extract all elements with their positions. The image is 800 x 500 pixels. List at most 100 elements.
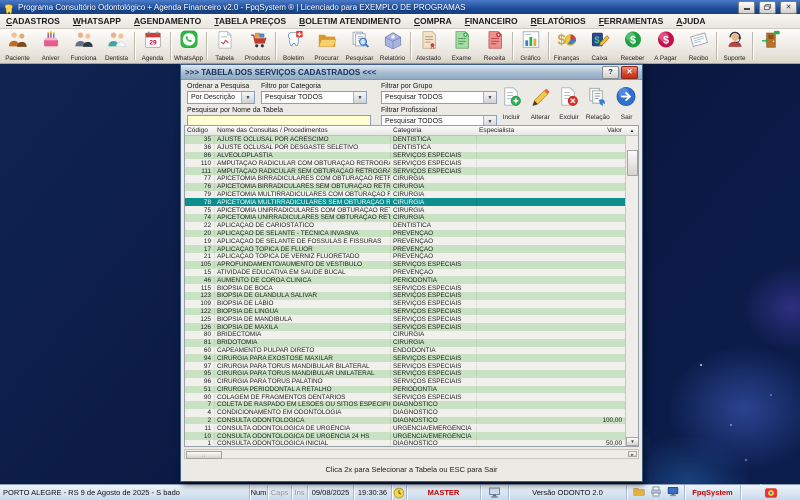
- minimize-button[interactable]: [738, 1, 755, 14]
- dialog-close-button[interactable]: ✕: [621, 66, 638, 79]
- vertical-scrollbar[interactable]: ▼: [625, 136, 638, 446]
- table-row[interactable]: 15ATIVIDADE EDUCATIVA EM SAÚDE BUCALPREV…: [185, 269, 625, 277]
- toolbar-button-paciente[interactable]: Paciente: [1, 29, 34, 63]
- table-row[interactable]: 36AJUSTE OCLUSAL POR DESGASTE SELETIVODE…: [185, 144, 625, 152]
- toolbar-button-whatsapp[interactable]: WhatsApp: [172, 29, 205, 63]
- column-header-valor[interactable]: Valor: [583, 127, 625, 134]
- table-row[interactable]: 111AMPUTAÇÃO RADICULAR SEM OBTURAÇÃO RET…: [185, 167, 625, 175]
- scroll-down-icon[interactable]: ▼: [626, 437, 638, 446]
- dialog-help-button[interactable]: ?: [602, 66, 619, 79]
- folder-icon[interactable]: [633, 486, 645, 499]
- table-row[interactable]: 10CONSULTA ODONTOLÓGICA DE URGÊNCIA 24 H…: [185, 432, 625, 440]
- sair-button[interactable]: Sair: [614, 85, 639, 121]
- toolbar-button-finan-as[interactable]: $Finanças: [550, 29, 583, 63]
- menu-relat-rios[interactable]: RELATÓRIOS: [531, 16, 586, 26]
- group-filter-select[interactable]: Pesquisar TODOS ▼: [381, 91, 497, 104]
- toolbar-button-receita[interactable]: Receita: [478, 29, 511, 63]
- scrollbar-thumb[interactable]: [627, 150, 638, 176]
- toolbar-button-caixa[interactable]: $Caixa: [583, 29, 616, 63]
- toolbar-button-dentista[interactable]: Dentista: [100, 29, 133, 63]
- toolbar-button-sair[interactable]: [754, 29, 787, 63]
- table-row[interactable]: 97CIRURGIA PARA TORUS MANDIBULAR BILATER…: [185, 362, 625, 370]
- table-row[interactable]: 77APICETOMIA BIRRADICULARES COM OBTURAÇÃ…: [185, 175, 625, 183]
- table-row[interactable]: 35AJUSTE OCLUSAL POR ACRÉSCIMODENTISTICA: [185, 136, 625, 144]
- horizontal-scrollbar-thumb[interactable]: ⁞⁞: [186, 451, 222, 459]
- alterar-button[interactable]: Alterar: [528, 85, 553, 121]
- table-row[interactable]: 80BRIDECTOMIACIRURGIA: [185, 331, 625, 339]
- scroll-right-icon[interactable]: ►: [628, 451, 637, 457]
- menu-ajuda[interactable]: AJUDA: [676, 16, 705, 26]
- toolbar-button-exame[interactable]: Exame: [445, 29, 478, 63]
- toolbar-button-receber[interactable]: $Receber: [616, 29, 649, 63]
- toolbar-button-a-pagar[interactable]: $A Pagar: [649, 29, 682, 63]
- monitor-icon[interactable]: [667, 486, 679, 499]
- column-header-categoria[interactable]: Categoria: [391, 127, 477, 134]
- menu-agendamento[interactable]: AGENDAMENTO: [134, 16, 201, 26]
- toolbar-button-recibo[interactable]: Recibo: [682, 29, 715, 63]
- restore-button[interactable]: [759, 1, 776, 14]
- chevron-down-icon[interactable]: ▼: [353, 92, 366, 103]
- table-row[interactable]: 75APICETOMIA UNIRRADICULARES COM OBTURAÇ…: [185, 206, 625, 214]
- table-row[interactable]: 123BIÓPSIA DE GLÂNDULA SALIVARSERVIÇOS E…: [185, 292, 625, 300]
- close-button[interactable]: ✕: [780, 1, 797, 14]
- toolbar-button-gr-fico[interactable]: Gráfico: [514, 29, 547, 63]
- toolbar-button-procurar[interactable]: Procurar: [310, 29, 343, 63]
- column-header-codigo[interactable]: Código: [185, 127, 215, 134]
- table-row[interactable]: 115BIÓPSIA DE BOCASERVIÇOS ESPECIAIS: [185, 284, 625, 292]
- table-row[interactable]: 94CIRURGIA PARA EXOSTOSE MAXILARSERVIÇOS…: [185, 354, 625, 362]
- order-search-select[interactable]: Por Descrição ▼: [187, 91, 255, 104]
- menu-ferramentas[interactable]: FERRAMENTAS: [599, 16, 664, 26]
- table-row[interactable]: 20APLICAÇÃO DE SELANTE - TÉCNICA INVASIV…: [185, 230, 625, 238]
- table-row[interactable]: 125BIÓPSIA DE MANDÍBULASERVIÇOS ESPECIAI…: [185, 315, 625, 323]
- table-row[interactable]: 19APLICAÇÃO DE SELANTE DE FÓSSULAS E FIS…: [185, 237, 625, 245]
- table-row[interactable]: 76APICETOMIA BIRRADICULARES SEM OBTURAÇÃ…: [185, 183, 625, 191]
- horizontal-scrollbar[interactable]: ⁞⁞ ►: [184, 449, 639, 459]
- toolbar-button-agenda[interactable]: 29Agenda: [136, 29, 169, 63]
- table-row[interactable]: 7COLETA DE RASPADO EM LESÕES OU SÍTIOS E…: [185, 401, 625, 409]
- table-row[interactable]: 78APICETOMIA MULTIRRADICULARES SEM OBTUR…: [185, 198, 625, 206]
- table-row[interactable]: 4CONDICIONAMENTO EM ODONTOLOGIADIAGNÓSTI…: [185, 409, 625, 417]
- column-header-especialista[interactable]: Especialista: [477, 127, 583, 134]
- excluir-button[interactable]: Excluir: [557, 85, 582, 121]
- menu-compra[interactable]: COMPRA: [414, 16, 452, 26]
- table-row[interactable]: 1CONSULTA ODONTOLÓGICA INICIALDIAGNÓSTIC…: [185, 440, 625, 446]
- table-row[interactable]: 81BRIDOTOMIACIRURGIA: [185, 339, 625, 347]
- table-row[interactable]: 105APROFUNDAMENTO/AUMENTO DE VESTIBULOSE…: [185, 261, 625, 269]
- table-row[interactable]: 51CIRURGIA PERIODONTAL A RETALHOPERIODON…: [185, 386, 625, 394]
- table-row[interactable]: 17APLICAÇÃO TÓPICA DE FLÚORPREVENÇÃO: [185, 245, 625, 253]
- table-row[interactable]: 2CONSULTA ODONTOLÓGICADIAGNÓSTICO100,00: [185, 417, 625, 425]
- toolbar-button-pesquisar[interactable]: Pesquisar: [343, 29, 376, 63]
- menu-whatsapp[interactable]: WHATSAPP: [73, 16, 121, 26]
- table-row[interactable]: 46AUMENTO DE COROA CLINICAPERIODONTIA: [185, 276, 625, 284]
- table-row[interactable]: 90COLAGEM DE FRAGMENTOS DENTÁRIOSSERVIÇO…: [185, 393, 625, 401]
- table-row[interactable]: 22APLICAÇÃO DE CARIOSTÁTICODENTISTICA: [185, 222, 625, 230]
- toolbar-button-suporte[interactable]: Suporte: [718, 29, 751, 63]
- chevron-down-icon[interactable]: ▼: [483, 92, 496, 103]
- rela-o-button[interactable]: Relação: [585, 85, 610, 121]
- table-row[interactable]: 21APLICAÇÃO TÓPICA DE VERNIZ FLUORETADOP…: [185, 253, 625, 261]
- table-row[interactable]: 79APICETOMIA MULTIRRADICULARES COM OBTUR…: [185, 191, 625, 199]
- toolbar-button-aniver[interactable]: Aniver: [34, 29, 67, 63]
- toolbar-button-relat-rio[interactable]: Relatório: [376, 29, 409, 63]
- incluir-button[interactable]: Incluir: [499, 85, 524, 121]
- menu-tabela-pre-os[interactable]: TABELA PREÇOS: [214, 16, 286, 26]
- menu-boletim-atendimento[interactable]: BOLETIM ATENDIMENTO: [299, 16, 401, 26]
- table-row[interactable]: 122BIÓPSIA DE LÍNGUASERVIÇOS ESPECIAIS: [185, 308, 625, 316]
- table-row[interactable]: 109BIÓPSIA DE LÁBIOSERVIÇOS ESPECIAIS: [185, 300, 625, 308]
- chevron-down-icon[interactable]: ▼: [241, 92, 254, 103]
- toolbar-button-atestado[interactable]: Atestado: [412, 29, 445, 63]
- table-row[interactable]: 60CAPEAMENTO PULPAR DIRETOENDODONTIA: [185, 347, 625, 355]
- table-row[interactable]: 110AMPUTAÇÃO RADICULAR COM OBTURAÇÃO RET…: [185, 159, 625, 167]
- table-row[interactable]: 11CONSULTA ODONTOLÓGICA DE URGÊNCIAURGÊN…: [185, 424, 625, 432]
- menu-financeiro[interactable]: FINANCEIRO: [465, 16, 518, 26]
- toolbar-button-tabela[interactable]: Tabela: [208, 29, 241, 63]
- table-row[interactable]: 96CIRURGIA PARA TORUS PALATINOSERVIÇOS E…: [185, 378, 625, 386]
- menu-cadastros[interactable]: CADASTROS: [6, 16, 60, 26]
- table-row[interactable]: 95CIRURGIA PARA TORUS MANDIBULAR UNILATE…: [185, 370, 625, 378]
- column-header-nome[interactable]: Nome das Consultas / Procedimentos: [215, 127, 391, 134]
- toolbar-button-produtos[interactable]: Produtos: [241, 29, 274, 63]
- table-row[interactable]: 86ALVEOLOPLASTIASERVIÇOS ESPECIAIS: [185, 152, 625, 160]
- category-filter-select[interactable]: Pesquisar TODOS ▼: [261, 91, 367, 104]
- toolbar-button-boletim[interactable]: Boletim: [277, 29, 310, 63]
- scroll-up-icon[interactable]: ▲: [625, 128, 637, 133]
